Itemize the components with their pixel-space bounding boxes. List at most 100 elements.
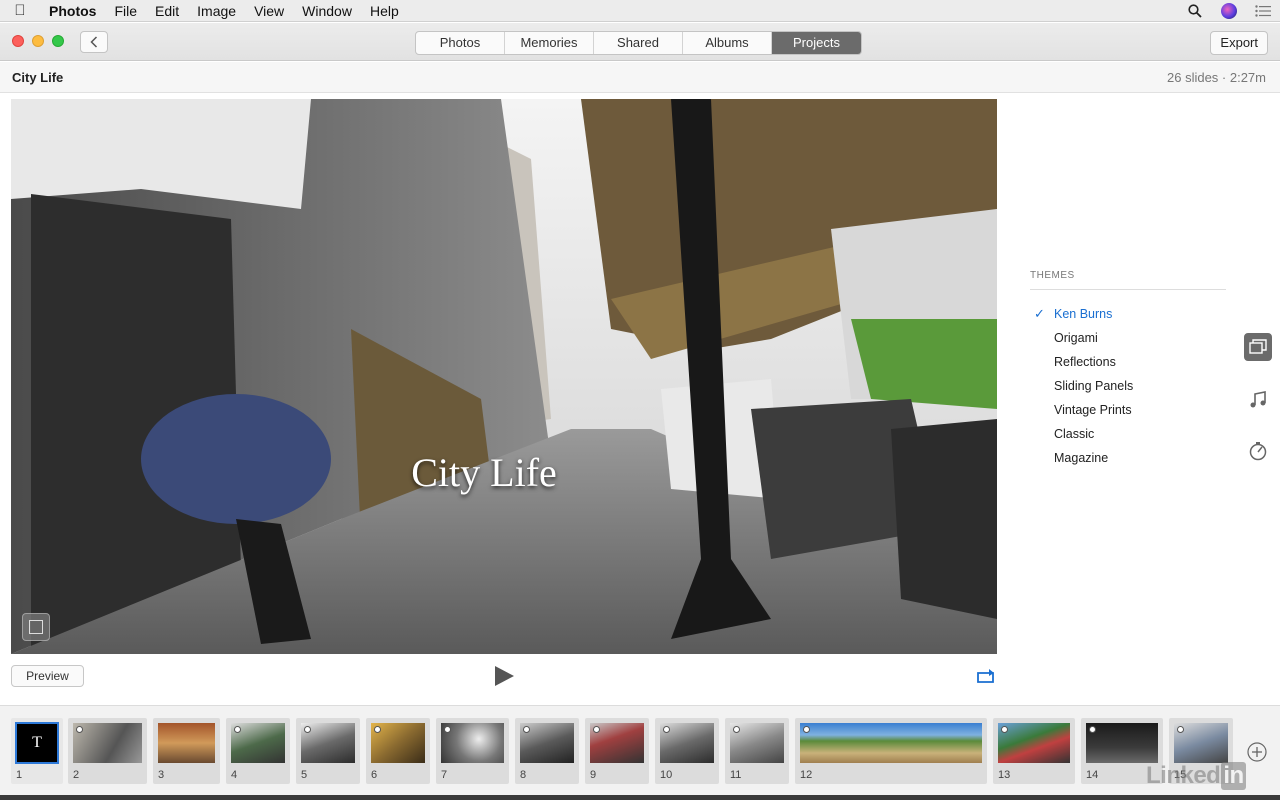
- themes-list: ✓ Ken Burns Origami Reflections Sliding P…: [1030, 302, 1226, 470]
- slide-number: 2: [73, 769, 80, 781]
- play-icon: [495, 666, 514, 686]
- slide-number: 13: [998, 769, 1011, 781]
- slide-number: 9: [590, 769, 597, 781]
- loop-button[interactable]: [975, 666, 997, 686]
- music-tab-button[interactable]: [1244, 386, 1272, 414]
- crop-frame-button[interactable]: [22, 613, 50, 641]
- slide-thumbnail[interactable]: 10: [655, 718, 719, 784]
- slide-thumbnail[interactable]: 13: [993, 718, 1075, 784]
- menu-view[interactable]: View: [245, 3, 293, 19]
- theme-origami[interactable]: Origami: [1030, 326, 1226, 350]
- slide-thumbnail[interactable]: 4: [226, 718, 290, 784]
- location-pin-icon: [523, 726, 530, 733]
- photo-thumb: [1174, 723, 1228, 763]
- window-controls: [12, 35, 64, 47]
- theme-magazine[interactable]: Magazine: [1030, 446, 1226, 470]
- theme-reflections[interactable]: Reflections: [1030, 350, 1226, 374]
- slide-number: 8: [520, 769, 527, 781]
- slide-number: 11: [730, 769, 742, 781]
- location-pin-icon: [304, 726, 311, 733]
- slide-title-overlay[interactable]: City Life: [11, 449, 977, 496]
- stopwatch-icon: [1249, 442, 1267, 461]
- slide-viewer[interactable]: City Life: [11, 99, 997, 654]
- slide-thumbnail[interactable]: 2: [68, 718, 147, 784]
- menu-bar:  Photos File Edit Image View Window Hel…: [0, 0, 1280, 22]
- slide-number: 12: [800, 769, 813, 781]
- tab-albums[interactable]: Albums: [683, 32, 772, 54]
- photo-thumb: [73, 723, 142, 763]
- zoom-window-button[interactable]: [52, 35, 64, 47]
- minimize-window-button[interactable]: [32, 35, 44, 47]
- slide-thumbnail[interactable]: 11: [725, 718, 789, 784]
- title-slide-thumb: T: [15, 722, 59, 764]
- watermark-suffix: in: [1221, 762, 1246, 790]
- slide-thumbnail[interactable]: 3: [153, 718, 220, 784]
- location-pin-icon: [803, 726, 810, 733]
- slide-thumbnail[interactable]: 7: [436, 718, 509, 784]
- location-pin-icon: [1177, 726, 1184, 733]
- slide-thumbnail[interactable]: 6: [366, 718, 430, 784]
- add-slide-button[interactable]: [1247, 742, 1267, 762]
- location-pin-icon: [733, 726, 740, 733]
- title-card-letter: T: [32, 734, 42, 751]
- photo-thumb: [231, 723, 285, 763]
- apple-menu-icon[interactable]: : [0, 2, 40, 19]
- photo-thumb: [998, 723, 1070, 763]
- close-window-button[interactable]: [12, 35, 24, 47]
- theme-classic[interactable]: Classic: [1030, 422, 1226, 446]
- menu-window[interactable]: Window: [293, 3, 361, 19]
- photo-thumb: [590, 723, 644, 763]
- theme-label: Magazine: [1054, 451, 1109, 465]
- location-pin-icon: [444, 726, 451, 733]
- back-button[interactable]: [80, 31, 108, 53]
- location-pin-icon: [234, 726, 241, 733]
- theme-label: Ken Burns: [1054, 307, 1113, 321]
- slide-number: 10: [660, 769, 673, 781]
- menu-app-name[interactable]: Photos: [40, 3, 105, 19]
- panorama-thumb: [800, 723, 982, 763]
- project-meta: 26 slides · 2:27m: [1167, 70, 1266, 85]
- slide-number: 7: [441, 769, 448, 781]
- dock-edge: [0, 795, 1280, 800]
- project-title: City Life: [12, 70, 64, 85]
- location-pin-icon: [593, 726, 600, 733]
- tab-memories[interactable]: Memories: [505, 32, 594, 54]
- frame-icon: [29, 620, 43, 634]
- theme-label: Classic: [1054, 427, 1095, 441]
- play-button[interactable]: [493, 665, 515, 687]
- theme-label: Sliding Panels: [1054, 379, 1134, 393]
- theme-vintage-prints[interactable]: Vintage Prints: [1030, 398, 1226, 422]
- themes-tab-button[interactable]: [1244, 333, 1272, 361]
- photo-thumb: [730, 723, 784, 763]
- preview-button[interactable]: Preview: [11, 665, 84, 687]
- slide-thumbnail[interactable]: 5: [296, 718, 360, 784]
- music-note-icon: [1250, 391, 1266, 408]
- theme-label: Reflections: [1054, 355, 1116, 369]
- theme-sliding-panels[interactable]: Sliding Panels: [1030, 374, 1226, 398]
- project-header: City Life 26 slides · 2:27m: [0, 62, 1280, 93]
- spotlight-search-icon[interactable]: [1178, 4, 1212, 18]
- menu-image[interactable]: Image: [188, 3, 245, 19]
- themes-header: THEMES: [1030, 270, 1226, 290]
- menu-extras: [1178, 0, 1280, 22]
- menu-help[interactable]: Help: [361, 3, 408, 19]
- export-button[interactable]: Export: [1210, 31, 1268, 55]
- photo-thumb: [371, 723, 425, 763]
- slide-number: 6: [371, 769, 378, 781]
- slide-thumbnail[interactable]: 9: [585, 718, 649, 784]
- theme-label: Vintage Prints: [1054, 403, 1132, 417]
- tab-photos[interactable]: Photos: [416, 32, 505, 54]
- chevron-left-icon: [90, 36, 98, 48]
- slide-thumbnail[interactable]: 8: [515, 718, 579, 784]
- location-pin-icon: [1089, 726, 1096, 733]
- tab-shared[interactable]: Shared: [594, 32, 683, 54]
- notification-center-icon[interactable]: [1246, 5, 1280, 17]
- slide-thumbnail[interactable]: T 1: [11, 718, 63, 784]
- menu-file[interactable]: File: [105, 3, 146, 19]
- siri-icon[interactable]: [1212, 3, 1246, 19]
- tab-projects[interactable]: Projects: [772, 32, 861, 54]
- duration-tab-button[interactable]: [1244, 437, 1272, 465]
- theme-ken-burns[interactable]: ✓ Ken Burns: [1030, 302, 1226, 326]
- slide-thumbnail[interactable]: 12: [795, 718, 987, 784]
- menu-edit[interactable]: Edit: [146, 3, 188, 19]
